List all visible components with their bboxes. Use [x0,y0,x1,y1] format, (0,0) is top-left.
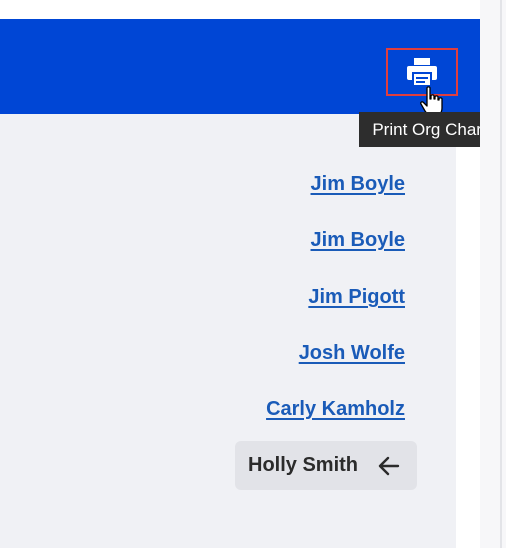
current-person-name: Holly Smith [248,454,359,476]
person-link-jim-boyle-2[interactable]: Jim Boyle [311,229,405,252]
panel-gutter [456,114,480,548]
person-link-jim-pigott[interactable]: Jim Pigott [308,286,405,309]
current-person-chip[interactable]: Holly Smith [235,441,417,490]
reporting-chain-list: Jim Boyle Jim Boyle Jim Pigott Josh Wolf… [0,0,456,548]
arrow-left-icon [378,456,400,476]
person-link-carly-kamholz[interactable]: Carly Kamholz [266,398,405,421]
right-scroll-rail [480,0,506,548]
person-link-josh-wolfe[interactable]: Josh Wolfe [299,342,405,365]
scrollbar-track[interactable] [500,0,502,548]
person-link-jim-boyle-1[interactable]: Jim Boyle [311,173,405,196]
